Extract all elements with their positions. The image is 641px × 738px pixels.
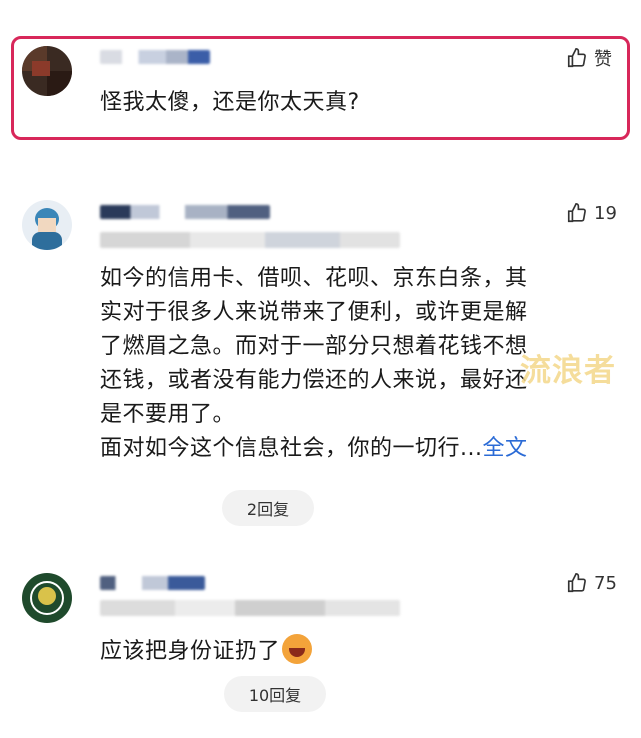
ip-location-redacted: [100, 232, 400, 248]
ip-location-redacted: [100, 600, 400, 616]
comment-text-line: 面对如今这个信息社会，你的一切行...全文: [100, 432, 528, 466]
replies-button[interactable]: 10回复: [224, 676, 326, 712]
username-redacted[interactable]: [100, 576, 205, 590]
comment-text: 怪我太傻，还是你太天真?: [100, 90, 360, 115]
replies-button[interactable]: 2回复: [222, 490, 314, 526]
watermark: 流浪者: [520, 353, 616, 389]
comment-text: 如今的信用卡、借呗、花呗、京东白条，其 实对于很多人来说带来了便利，或许更是解 …: [100, 262, 528, 466]
like-count: 75: [594, 572, 617, 594]
like-button[interactable]: 赞: [566, 45, 612, 71]
thumbs-up-icon: [567, 203, 586, 223]
avatar[interactable]: [22, 573, 72, 623]
like-label: 赞: [594, 49, 612, 70]
comment-text-line: 还钱，或者没有能力偿还的人来说，最好还: [100, 368, 528, 393]
thumbs-up-icon: [567, 48, 586, 68]
avatar[interactable]: [22, 46, 72, 96]
username-redacted[interactable]: [100, 205, 270, 219]
truncated-text: 面对如今这个信息社会，你的一切行...: [100, 436, 483, 461]
comment-text-content: 应该把身份证扔了: [100, 639, 281, 664]
comment-text: 应该把身份证扔了: [100, 634, 313, 669]
laughing-emoji-icon: [282, 634, 313, 664]
thumbs-up-icon: [567, 573, 586, 593]
comment-text-line: 了燃眉之急。而对于一部分只想着花钱不想: [100, 334, 528, 359]
avatar[interactable]: [22, 200, 72, 250]
comment-text-line: 实对于很多人来说带来了便利，或许更是解: [100, 300, 528, 325]
username-redacted[interactable]: [100, 50, 210, 64]
like-button[interactable]: 19: [566, 202, 617, 224]
read-more-link[interactable]: 全文: [482, 436, 527, 461]
like-button[interactable]: 75: [566, 572, 617, 594]
comment-text-line: 是不要用了。: [100, 402, 236, 427]
like-count: 19: [594, 202, 617, 224]
comment-text-line: 如今的信用卡、借呗、花呗、京东白条，其: [100, 266, 528, 291]
